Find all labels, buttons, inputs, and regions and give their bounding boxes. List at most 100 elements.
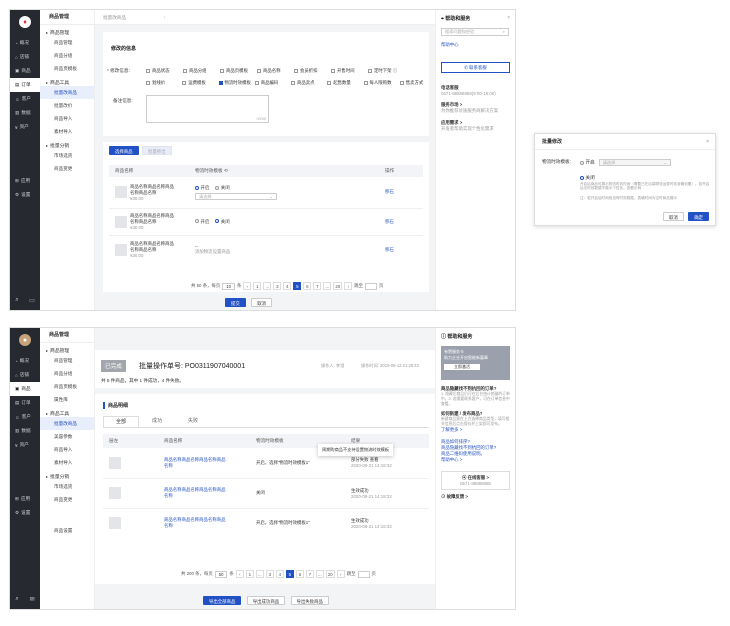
page-button[interactable]: 20 [325,570,335,578]
page-button[interactable]: 1 [253,282,262,290]
breadcrumb-item[interactable]: 批量改商品 [103,15,126,20]
help-center-link[interactable]: 帮助中心 > [441,457,510,463]
tab-success[interactable]: 成功 [139,416,175,427]
rail-item[interactable]: ◔ 概况 [10,354,40,368]
close-radio[interactable] [215,185,220,190]
modify-option[interactable]: 商品分组 [183,68,220,74]
rail-item[interactable]: ⌂ 店铺 [10,368,40,382]
help-search-input[interactable]: 搜索问题和经验 ⌕ [441,28,509,36]
product-name[interactable]: 商品名称商品名称商品名称商品名称 [130,241,178,253]
rail-item[interactable]: ⌂ 店铺 [10,50,40,64]
remove-link[interactable]: 移石 [385,219,394,224]
sub-nav-item[interactable]: 商品管理 [40,36,94,49]
page-button[interactable]: 7 [313,282,322,290]
next-page-button[interactable]: › [344,282,353,290]
checkbox[interactable] [146,68,150,73]
modify-option[interactable]: 商品名称 [257,68,294,74]
rail-item[interactable]: ☺ 客户 [10,92,40,106]
remark-textarea[interactable]: 0/200 [146,95,269,123]
rail-item[interactable]: ▣ 商品 [10,64,40,78]
user-avatar[interactable]: ● [19,334,31,346]
shop-logo[interactable]: ♦ [19,16,31,28]
open-radio[interactable] [195,219,199,224]
banner-activate-button[interactable]: 立即激活 [444,364,480,370]
rail-item[interactable]: ▤ 订单 [10,78,40,92]
rail-item[interactable]: ¥ 资产 [10,438,40,452]
page-button[interactable]: 3 [273,282,282,290]
checkbox[interactable] [399,80,404,85]
rail-item[interactable]: ▥ 数据 [10,106,40,120]
jump-input[interactable] [357,570,370,578]
submit-button[interactable]: 提交 [225,298,246,307]
sub-nav-item[interactable]: 批量改商品 [40,86,94,99]
page-size-select[interactable]: 10 [222,282,235,290]
prev-page-button[interactable]: ‹ [235,570,244,578]
export-failed-button[interactable]: 导出失败商品 [290,596,329,605]
modify-option[interactable]: 划线价 [146,80,182,86]
checkbox[interactable] [327,80,332,85]
modify-option[interactable]: 运费模板 [182,80,218,86]
fault-feedback-link[interactable]: ⊙ 故障反馈 > [441,494,510,500]
page-button[interactable]: 5 [293,282,302,290]
rail-item[interactable]: ▤ 订单 [10,396,40,410]
sub-nav-item[interactable]: 商品变更 [40,162,94,175]
checkbox[interactable] [183,68,187,73]
sub-nav-item[interactable]: 商品管理 [40,354,94,367]
checkbox[interactable] [363,80,368,85]
product-name[interactable]: 商品名称商品名称商品名称商品名称 [164,487,226,499]
checkbox[interactable] [218,80,223,85]
sub-nav-group[interactable]: 商品工具 [40,406,94,417]
rail-item[interactable]: ¥ 资产 [10,120,40,134]
checkbox[interactable] [220,68,224,73]
checkbox[interactable] [146,80,150,85]
export-success-button[interactable]: 导出成功商品 [246,596,286,605]
search-icon[interactable]: ⌕ [15,297,18,304]
product-name[interactable]: 商品名称商品名称商品名称商品名称 [164,517,226,529]
modify-option[interactable]: 定时下架 ⓘ [368,68,405,74]
help-center-link[interactable]: 帮助中心 [441,42,510,48]
sub-nav-item[interactable]: 批量改商品 [40,417,94,430]
modify-option[interactable]: 商品卖点 [291,80,327,86]
jump-input[interactable] [365,282,378,290]
page-button[interactable]: 4 [283,282,292,290]
checkbox[interactable] [331,68,335,73]
page-button[interactable]: ... [263,282,272,290]
chat-icon[interactable]: ▭ [29,297,35,304]
sub-nav-item[interactable]: 商品分组 [40,367,94,380]
modal-cancel-button[interactable]: 取消 [663,212,684,221]
batch-remove-button[interactable]: 批量移出 [141,146,172,155]
close-radio[interactable] [215,219,220,224]
modify-option[interactable]: 商品页模板 [220,68,257,74]
sub-nav-item[interactable]: 批量改价 [40,99,94,112]
product-name[interactable]: 商品名称商品名称商品名称商品名称 [130,213,178,225]
modify-option[interactable]: 物流时效模板 [218,80,255,86]
sub-nav-item[interactable]: 美容参数 [40,430,94,443]
checkbox[interactable] [294,68,298,73]
close-icon[interactable]: × [706,134,709,150]
rail-item[interactable]: ☺ 客户 [10,410,40,424]
contact-service-button[interactable]: ✆ 联系客服 [441,62,510,73]
sub-nav-item[interactable]: 市场选货 [40,149,94,162]
sub-nav-item[interactable]: 商品导入 [40,443,94,456]
cancel-button[interactable]: 取消 [251,298,272,307]
sub-nav-item[interactable]: 属性库 [40,393,94,406]
select-products-button[interactable]: 选择商品 [109,146,139,155]
modal-open-radio[interactable] [580,160,584,165]
sub-nav-item[interactable]: 商品页模板 [40,62,94,75]
sub-nav-group[interactable]: 批量分销 [40,469,94,480]
page-button[interactable]: ... [323,282,332,290]
modify-option[interactable]: 商品状态 [146,68,183,74]
checkbox[interactable] [182,80,187,85]
open-radio[interactable] [195,185,199,190]
sub-nav-item[interactable]: 商品变更 [40,493,94,506]
page-button[interactable]: 6 [295,570,304,578]
next-page-button[interactable]: › [336,570,345,578]
remove-link[interactable]: 移石 [385,247,394,252]
checkbox[interactable] [291,80,295,85]
search-icon[interactable]: ⌕ [15,596,18,603]
page-button[interactable]: 20 [333,282,343,290]
product-name[interactable]: 商品名称商品名称商品名称商品名称 [164,457,226,469]
rail-item[interactable]: ◔ 概况 [10,36,40,50]
tab-failed[interactable]: 失败 [175,416,211,427]
page-button[interactable]: 1 [245,570,254,578]
